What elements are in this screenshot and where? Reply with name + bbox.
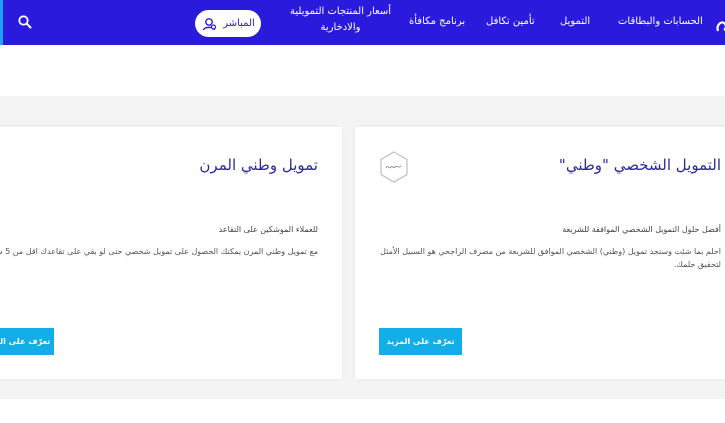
footer-spacer — [0, 399, 725, 423]
nav-financing[interactable]: التمويل — [560, 12, 590, 32]
nav-prices-line1: أسعار المنتجات التمويلية — [290, 6, 392, 17]
card-title: التمويل الشخصي "وطني" — [558, 156, 721, 174]
bank-logo-icon[interactable] — [715, 11, 725, 35]
live-chat-icon — [203, 17, 217, 30]
flexible-financing-card: تمويل وطني المرن للعملاء الموشكين على ال… — [0, 127, 342, 379]
top-navigation-bar: المباشر أسعار المنتجات التمويلية والادخا… — [0, 0, 725, 45]
search-icon[interactable] — [17, 14, 33, 30]
card-description: مع تمويل وطني المرن يمكنك الحصول على تمو… — [0, 247, 318, 256]
card-description-line2: لتحقيق حلمك. — [673, 260, 721, 269]
card-subtitle: أفضل حلول التمويل الشخصي الموافقة للشريع… — [562, 225, 721, 234]
nav-prices-line2: والادخارية — [320, 22, 361, 33]
learn-more-button[interactable]: تعرّف على المزيد — [379, 328, 462, 355]
nav-mukafaa[interactable]: برنامج مكافأة — [409, 12, 465, 32]
card-description: احلم بما شئت وستجد تمويل (وطني) الشخصي ا… — [371, 245, 721, 271]
nav-prices[interactable]: أسعار المنتجات التمويلية والادخارية — [290, 4, 391, 36]
live-button[interactable]: المباشر — [195, 10, 261, 37]
learn-more-button[interactable]: تعرّف على الم — [0, 328, 54, 355]
card-title: تمويل وطني المرن — [199, 156, 318, 174]
live-button-label: المباشر — [223, 18, 255, 29]
personal-financing-card: التمويل الشخصي "وطني" أفضل حلول التمويل … — [355, 127, 725, 379]
nav-takaful[interactable]: تأمين تكافل — [486, 12, 535, 32]
hexagon-signature-icon — [380, 151, 408, 183]
card-description-line1: احلم بما شئت وستجد تمويل (وطني) الشخصي ا… — [380, 247, 721, 256]
white-spacer — [0, 45, 725, 96]
card-subtitle: للعملاء الموشكين على التقاعد — [218, 225, 318, 234]
nav-accounts-cards[interactable]: الحسابات والبطاقات — [618, 12, 703, 32]
